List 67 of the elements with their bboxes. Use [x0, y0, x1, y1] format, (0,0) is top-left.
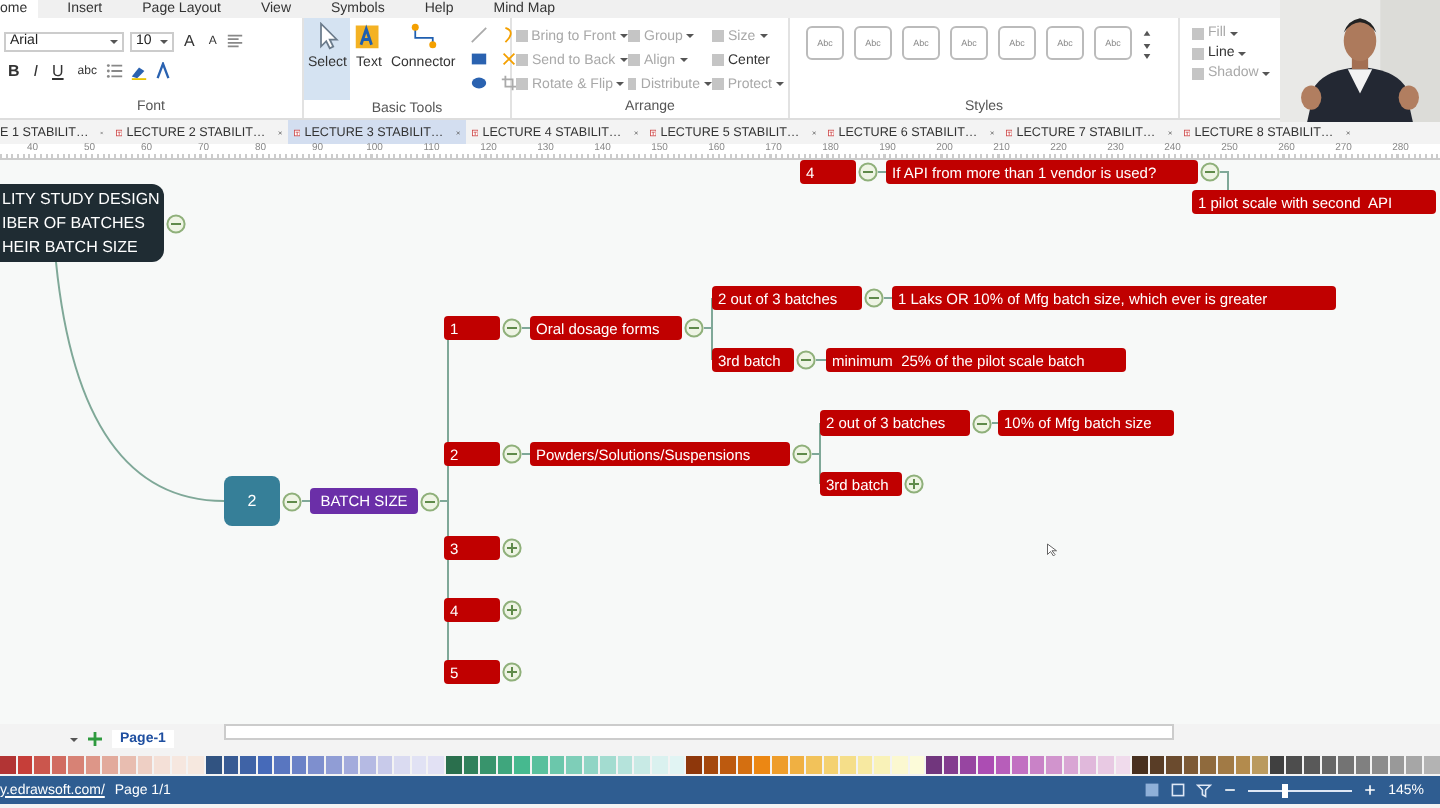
text-style-button[interactable]: B [4, 62, 24, 80]
connector-icon [409, 22, 438, 50]
collapse-icon[interactable] [282, 491, 302, 511]
caret-icon [1262, 71, 1271, 75]
caret-icon [160, 39, 168, 43]
scroll-arrows-icon[interactable] [1142, 26, 1152, 62]
crop-icon[interactable] [499, 74, 518, 92]
mouse-cursor-icon [1046, 542, 1058, 558]
arc-icon[interactable] [499, 26, 518, 44]
expand-icon[interactable] [502, 538, 522, 558]
text-style-button[interactable]: U [48, 62, 68, 80]
caret-icon [686, 34, 695, 38]
document-icon [294, 125, 301, 139]
document-icon [650, 125, 657, 139]
branch-line [883, 297, 893, 299]
ellipse-icon[interactable] [469, 74, 488, 92]
caret-icon [679, 58, 688, 62]
collapse-icon[interactable] [796, 350, 816, 370]
caret-icon [110, 39, 118, 43]
branch-line [877, 171, 887, 173]
zoom-in-icon[interactable] [1362, 782, 1379, 798]
document-icon [116, 125, 123, 139]
branch-line [521, 327, 531, 329]
collapse-icon[interactable] [972, 413, 992, 433]
add-page-icon[interactable] [88, 732, 102, 746]
font-color-icon[interactable] [154, 62, 173, 80]
document-icon [1184, 125, 1191, 139]
scrollbar[interactable] [223, 724, 1174, 740]
list-icon[interactable] [106, 62, 125, 80]
font-size-button[interactable]: A [180, 32, 199, 50]
cross-icon[interactable] [499, 50, 518, 68]
collapse-icon[interactable] [864, 288, 884, 308]
caret-icon [776, 82, 784, 86]
caret-icon[interactable] [70, 737, 78, 741]
document-icon [1006, 125, 1013, 139]
document-icon [472, 125, 479, 139]
highlighter-icon[interactable] [130, 62, 149, 80]
slider-thumb[interactable] [1282, 783, 1289, 797]
text-tool-icon [354, 22, 383, 50]
align-icon[interactable] [226, 32, 245, 50]
filter-icon[interactable] [1196, 782, 1213, 798]
caret-icon [1238, 51, 1247, 55]
fit-page-icon[interactable] [1170, 782, 1187, 798]
caret-icon [1229, 31, 1238, 35]
color-palette[interactable] [0, 754, 1440, 776]
topic-node[interactable]: 2 [224, 476, 280, 526]
collapse-icon[interactable] [1200, 162, 1220, 182]
collapse-icon[interactable] [684, 318, 704, 338]
branch-line [301, 500, 311, 502]
expand-icon[interactable] [502, 662, 522, 682]
collapse-icon[interactable] [502, 444, 522, 464]
caret-icon [759, 34, 768, 38]
branch-line [521, 453, 531, 455]
page-view-icon[interactable] [1144, 782, 1161, 798]
document-icon [828, 125, 835, 139]
caret-icon [616, 82, 625, 86]
collapse-icon[interactable] [858, 162, 878, 182]
expand-icon[interactable] [502, 600, 522, 620]
collapse-icon[interactable] [420, 491, 440, 511]
central-topic[interactable]: LITY STUDY DESIGN IBER OF BATCHES HEIR BATCH SIZE [0, 184, 164, 262]
collapse-icon[interactable] [166, 213, 186, 233]
collapse-icon[interactable] [502, 318, 522, 338]
expand-icon[interactable] [904, 474, 924, 494]
branch-line [815, 359, 827, 361]
text-style-button[interactable]: I [29, 62, 43, 80]
collapse-icon[interactable] [792, 444, 812, 464]
rectangle-icon[interactable] [469, 50, 488, 68]
